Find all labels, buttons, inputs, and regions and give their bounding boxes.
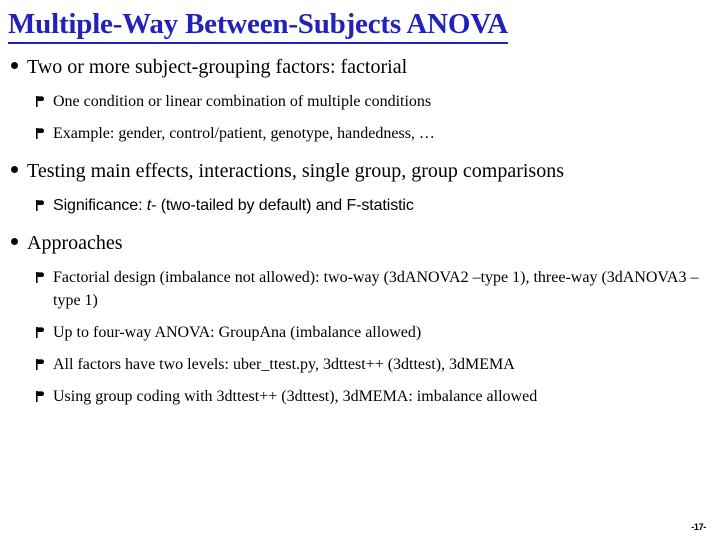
slide-body: Two or more subject-grouping factors: fa… (0, 52, 720, 410)
bullet-level2: Example: gender, control/patient, genoty… (0, 120, 720, 147)
wingdings-pennant-bullet-icon (35, 385, 49, 408)
bullet-text: Two or more subject-grouping factors: fa… (27, 56, 408, 78)
wingdings-pennant-bullet-icon (35, 321, 49, 344)
bullet-text-part-after: - (two-tailed by default) and F-statisti… (151, 197, 414, 214)
bullet-text: All factors have two levels: uber_ttest.… (53, 356, 515, 373)
slide-canvas: Multiple-Way Between-Subjects ANOVA Two … (0, 0, 720, 540)
bullet-level2: All factors have two levels: uber_ttest.… (0, 351, 720, 378)
bullet-text: Factorial design (imbalance not allowed)… (53, 269, 699, 309)
bullet-level1: Approaches (0, 228, 720, 259)
bullet-text: Using group coding with 3dttest++ (3dtte… (53, 388, 538, 405)
slide-title: Multiple-Way Between-Subjects ANOVA (8, 7, 608, 44)
bullet-level1: Testing main effects, interactions, sing… (0, 156, 720, 187)
filled-circle-bullet-icon (11, 231, 23, 256)
wingdings-pennant-bullet-icon (35, 122, 49, 145)
bullet-level2-sans: Significance: t- (two-tailed by default)… (0, 192, 720, 219)
bullet-text: Testing main effects, interactions, sing… (27, 160, 565, 182)
bullet-text: One condition or linear combination of m… (53, 93, 432, 110)
bullet-level2: One condition or linear combination of m… (0, 88, 720, 115)
wingdings-pennant-bullet-icon (35, 194, 49, 217)
bullet-level2: Using group coding with 3dttest++ (3dtte… (0, 383, 720, 410)
bullet-text: Example: gender, control/patient, genoty… (53, 125, 435, 142)
bullet-text-composite: Significance: t- (two-tailed by default)… (53, 194, 720, 217)
filled-circle-bullet-icon (11, 55, 23, 80)
bullet-level2: Up to four-way ANOVA: GroupAna (imbalanc… (0, 319, 720, 346)
slide-title-text: Multiple-Way Between-Subjects ANOVA (8, 7, 508, 44)
wingdings-pennant-bullet-icon (35, 90, 49, 113)
wingdings-pennant-bullet-icon (35, 353, 49, 376)
bullet-text-part-before: Significance: (53, 197, 147, 214)
bullet-level2: Factorial design (imbalance not allowed)… (0, 264, 720, 314)
bullet-level1: Two or more subject-grouping factors: fa… (0, 52, 720, 83)
bullet-text: Approaches (27, 232, 123, 254)
wingdings-pennant-bullet-icon (35, 266, 49, 289)
bullet-text: Up to four-way ANOVA: GroupAna (imbalanc… (53, 324, 422, 341)
filled-circle-bullet-icon (11, 159, 23, 184)
page-number: -17- (691, 522, 706, 532)
